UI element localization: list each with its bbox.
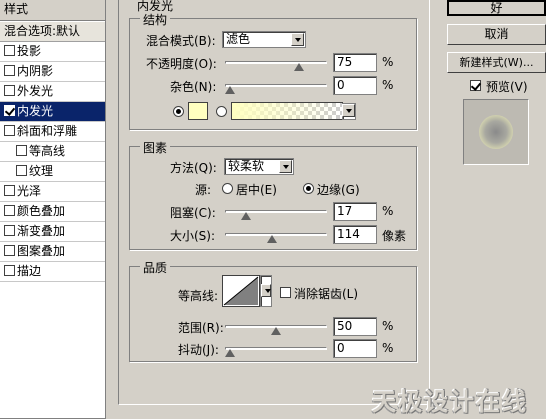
- contour-label: 等高线:: [178, 289, 219, 303]
- source-edge-radio[interactable]: [303, 183, 314, 194]
- noise-label: 杂色(N):: [170, 80, 217, 94]
- style-item-satin[interactable]: 光泽: [0, 182, 105, 202]
- choke-slider-thumb[interactable]: [241, 212, 251, 220]
- style-item-gradient-overlay[interactable]: 渐变叠加: [0, 222, 105, 242]
- style-item-inner-shadow[interactable]: 内阴影: [0, 62, 105, 82]
- style-item-bevel-emboss[interactable]: 斜面和浮雕: [0, 122, 105, 142]
- blend-mode-select[interactable]: 滤色: [222, 31, 306, 48]
- style-item-contour[interactable]: 等高线: [0, 142, 105, 162]
- contour-curve-icon: [223, 276, 259, 306]
- checkbox-inner-glow[interactable]: [4, 105, 15, 116]
- ok-button[interactable]: 好: [447, 0, 546, 16]
- noise-unit: %: [382, 78, 394, 92]
- noise-input[interactable]: 0: [333, 76, 377, 95]
- source-edge-label[interactable]: 边缘(G): [317, 181, 360, 198]
- style-item-outer-glow[interactable]: 外发光: [0, 82, 105, 102]
- range-input[interactable]: 50: [333, 317, 377, 336]
- opacity-input[interactable]: 75: [333, 53, 377, 72]
- checkbox-contour[interactable]: [16, 145, 27, 156]
- contour-preview[interactable]: [222, 275, 260, 307]
- checkbox-texture[interactable]: [16, 165, 27, 176]
- quality-group: 品质 等高线: 消除锯齿(L) 范围(R): 50 % 抖动(J): 0 %: [129, 259, 417, 362]
- gradient-radio[interactable]: [216, 106, 227, 117]
- size-unit: 像素: [382, 229, 407, 243]
- chevron-down-icon: [279, 160, 292, 173]
- technique-select[interactable]: 较柔软: [224, 158, 294, 175]
- structure-group: 结构 混合模式(B): 滤色 不透明度(O): 75 % 杂色(N): 0 %: [129, 11, 417, 130]
- technique-label: 方法(Q):: [170, 161, 217, 175]
- source-center-radio[interactable]: [222, 183, 233, 194]
- choke-slider[interactable]: [225, 206, 327, 220]
- noise-slider-thumb[interactable]: [225, 86, 235, 94]
- opacity-slider[interactable]: [225, 57, 327, 71]
- style-item-texture[interactable]: 纹理: [0, 162, 105, 182]
- checkbox-pattern-overlay[interactable]: [4, 245, 15, 256]
- preview-checkbox[interactable]: [470, 80, 481, 91]
- checkbox-stroke[interactable]: [4, 265, 15, 276]
- checkbox-bevel-emboss[interactable]: [4, 125, 15, 136]
- chevron-down-icon: [261, 284, 271, 297]
- choke-label: 阻塞(C):: [170, 206, 216, 220]
- noise-slider[interactable]: [225, 80, 327, 94]
- gradient-picker-button[interactable]: [342, 103, 356, 120]
- checkbox-drop-shadow[interactable]: [4, 45, 15, 56]
- checkbox-gradient-overlay[interactable]: [4, 225, 15, 236]
- style-item-color-overlay[interactable]: 颜色叠加: [0, 202, 105, 222]
- source-label: 源:: [195, 183, 212, 197]
- range-slider-thumb[interactable]: [271, 327, 281, 335]
- chevron-down-icon: [291, 33, 304, 46]
- style-preview-thumbnail: [463, 99, 529, 165]
- glow-gradient-swatch[interactable]: [231, 102, 343, 120]
- opacity-slider-thumb[interactable]: [294, 63, 304, 71]
- size-input[interactable]: 114: [333, 225, 377, 244]
- style-item-pattern-overlay[interactable]: 图案叠加: [0, 242, 105, 262]
- checkbox-inner-shadow[interactable]: [4, 65, 15, 76]
- jitter-slider[interactable]: [225, 343, 327, 357]
- choke-unit: %: [382, 204, 394, 218]
- jitter-input[interactable]: 0: [333, 339, 377, 358]
- jitter-unit: %: [382, 341, 394, 355]
- new-style-button[interactable]: 新建样式(W)...: [447, 52, 546, 73]
- choke-input[interactable]: 17: [333, 202, 377, 221]
- chevron-down-icon: [342, 104, 355, 117]
- structure-title: 结构: [140, 11, 171, 28]
- style-item-inner-glow[interactable]: 内发光: [0, 102, 105, 122]
- quality-title: 品质: [140, 259, 171, 276]
- blend-mode-label: 混合模式(B):: [146, 34, 216, 48]
- solid-color-radio[interactable]: [173, 106, 184, 117]
- style-item-stroke[interactable]: 描边: [0, 262, 105, 282]
- antialias-checkbox[interactable]: [280, 287, 291, 298]
- elements-title: 图素: [140, 139, 171, 156]
- inner-glow-preview-swatch: [479, 115, 513, 149]
- checkbox-color-overlay[interactable]: [4, 205, 15, 216]
- range-unit: %: [382, 319, 394, 333]
- checkbox-satin[interactable]: [4, 185, 15, 196]
- blending-options-item[interactable]: 混合选项:默认: [0, 22, 105, 42]
- checkbox-outer-glow[interactable]: [4, 85, 15, 96]
- range-label: 范围(R):: [178, 321, 224, 335]
- inner-glow-panel: 内发光 结构 混合模式(B): 滤色 不透明度(O): 75 % 杂色(N): …: [118, 0, 430, 405]
- opacity-label: 不透明度(O):: [146, 57, 217, 71]
- style-item-drop-shadow[interactable]: 投影: [0, 42, 105, 62]
- preview-label[interactable]: 预览(V): [486, 78, 528, 95]
- range-slider[interactable]: [225, 321, 327, 335]
- styles-header: 样式: [0, 0, 105, 21]
- site-watermark: 天极设计在线: [372, 388, 528, 416]
- size-slider[interactable]: [225, 229, 327, 243]
- contour-picker-button[interactable]: [260, 275, 272, 307]
- glow-color-swatch[interactable]: [188, 102, 208, 120]
- styles-list: 样式 混合选项:默认 投影 内阴影 外发光 内发光 斜面和浮雕 等高线 纹理 光…: [0, 0, 106, 419]
- source-center-label[interactable]: 居中(E): [236, 181, 277, 198]
- elements-group: 图素 方法(Q): 较柔软 源: 居中(E) 边缘(G) 阻塞(C): 17 %…: [129, 139, 417, 250]
- jitter-slider-thumb[interactable]: [225, 349, 235, 357]
- opacity-unit: %: [382, 55, 394, 69]
- size-slider-thumb[interactable]: [267, 235, 277, 243]
- antialias-label[interactable]: 消除锯齿(L): [294, 285, 358, 302]
- jitter-label: 抖动(J):: [178, 343, 219, 357]
- size-label: 大小(S):: [170, 229, 216, 243]
- cancel-button[interactable]: 取消: [447, 24, 546, 45]
